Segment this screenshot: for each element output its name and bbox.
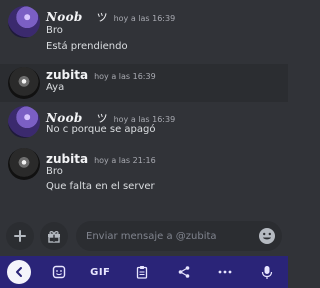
avatar[interactable] [8,148,40,180]
emoji-icon[interactable] [258,227,276,245]
message-input[interactable] [86,230,256,242]
gif-label: GIF [90,266,111,278]
message-group[interactable]: Noob ツ hoy a las 16:39 Bro Está prendien… [0,0,288,64]
gift-icon [48,231,60,243]
author-name[interactable]: Noob [46,10,83,24]
back-button[interactable] [6,260,31,284]
message-text: No c porque se apagó [46,124,156,135]
message-group[interactable]: Noob ツ hoy a las 16:39 No c porque se ap… [0,102,288,144]
avatar[interactable] [8,106,40,138]
gif-button[interactable]: GIF [86,258,114,286]
message-text: Está prendiendo [46,41,128,52]
message-group[interactable]: zubita hoy a las 16:39 Aya [0,64,288,102]
add-attachment-button[interactable] [6,222,34,250]
message-composer [0,216,288,256]
message-header: zubita hoy a las 21:16 [46,152,156,166]
timestamp: hoy a las 16:39 [113,14,176,23]
mic-icon [261,265,273,279]
message-text: Bro [46,25,63,36]
sticker-button[interactable] [45,258,73,286]
timestamp: hoy a las 21:16 [94,156,156,165]
message-header: Noob ツ hoy a las 16:39 [46,9,175,25]
plus-icon [14,230,26,242]
gift-button[interactable] [40,222,68,250]
more-button[interactable] [211,258,239,286]
chat-area: Noob ツ hoy a las 16:39 Bro Está prendien… [0,0,288,216]
sticker-icon [52,265,65,279]
message-group[interactable]: zubita hoy a las 21:16 Bro Que falta en … [0,144,288,204]
message-header: zubita hoy a las 16:39 [46,68,156,82]
message-text: Aya [46,82,65,93]
keyboard-toolbar: GIF [0,256,288,288]
more-icon [218,270,232,274]
timestamp: hoy a las 16:39 [113,115,176,124]
message-text: Que falta en el server [46,181,155,192]
voice-input-button[interactable] [253,258,281,286]
share-icon [178,266,189,278]
author-name[interactable]: Noob [46,111,83,125]
avatar[interactable] [8,6,40,38]
message-text: Bro [46,166,63,177]
chevron-left-icon [15,267,22,277]
message-input-container [76,221,282,251]
share-button[interactable] [170,258,198,286]
avatar[interactable] [8,67,40,99]
author-decoration: ツ [96,11,108,24]
clipboard-icon [136,266,148,279]
timestamp: hoy a las 16:39 [94,72,156,81]
author-name[interactable]: zubita [46,152,88,166]
author-name[interactable]: zubita [46,68,88,82]
clipboard-button[interactable] [128,258,156,286]
